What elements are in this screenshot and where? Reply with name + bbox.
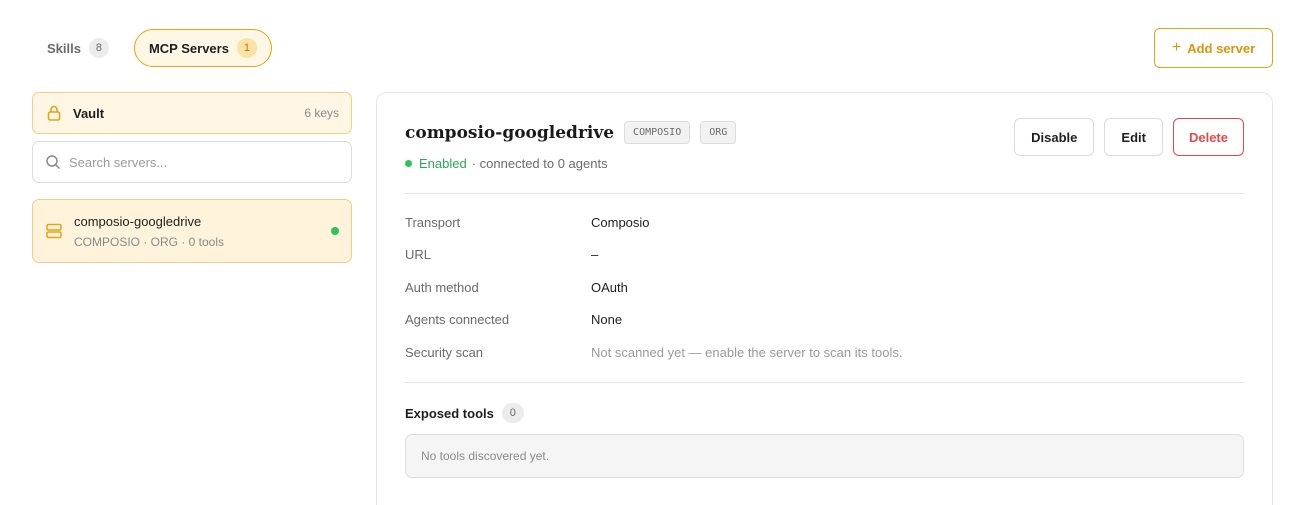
server-tag: ORG	[700, 121, 737, 144]
status-dot	[405, 160, 412, 167]
detail-key: Security scan	[405, 344, 484, 360]
tab-bar: Skills 8 MCP Servers 1	[32, 29, 272, 67]
divider	[405, 382, 1244, 383]
add-server-label: Add server	[1187, 40, 1256, 56]
server-name: composio-googledrive	[405, 122, 615, 143]
detail-key: Agents connected	[405, 312, 510, 328]
detail-value: Composio	[591, 215, 650, 230]
status-label: Enabled	[419, 156, 467, 171]
server-details: Transport Composio URL – Auth method OAu…	[405, 215, 1245, 377]
lock-icon	[45, 104, 63, 122]
divider	[405, 193, 1244, 194]
server-item-meta: COMPOSIO · ORG · 0 tools	[74, 234, 225, 249]
exposed-tools-label: Exposed tools	[405, 405, 494, 421]
status-dot	[331, 227, 339, 235]
search-input[interactable]	[69, 154, 339, 170]
server-item-name: composio-googledrive	[74, 213, 202, 229]
tab-count-badge: 1	[236, 38, 257, 58]
server-title-row: composio-googledrive COMPOSIO ORG	[405, 121, 737, 144]
detail-row-auth-method: Auth method OAuth	[405, 280, 1245, 312]
server-icon	[45, 222, 63, 240]
detail-key: Transport	[405, 215, 461, 230]
vault-title: Vault	[73, 105, 105, 121]
search-icon	[45, 154, 61, 170]
detail-row-agents-connected: Agents connected None	[405, 312, 1245, 344]
tab-count-badge: 8	[88, 38, 109, 58]
tab-label: MCP Servers	[148, 40, 229, 56]
detail-value: None	[591, 312, 623, 328]
detail-row-transport: Transport Composio	[405, 215, 1245, 247]
status-connection: · connected to 0 agents	[471, 156, 608, 171]
add-server-button[interactable]: + Add server	[1154, 28, 1273, 68]
tab-label: Skills	[47, 40, 81, 56]
vault-key-count: 6 keys	[304, 106, 339, 120]
detail-value: OAuth	[591, 279, 628, 295]
detail-row-url: URL –	[405, 247, 1245, 279]
server-item-text: composio-googledrive COMPOSIO · ORG · 0 …	[74, 214, 331, 249]
detail-row-security-scan: Security scan Not scanned yet — enable t…	[405, 345, 1245, 377]
plus-icon: +	[1171, 39, 1182, 56]
exposed-tools-count: 0	[501, 403, 524, 423]
disable-button[interactable]: Disable	[1014, 118, 1095, 156]
tab-mcp-servers[interactable]: MCP Servers 1	[133, 29, 272, 67]
tools-empty-state: No tools discovered yet.	[405, 434, 1244, 478]
server-list-item[interactable]: composio-googledrive COMPOSIO · ORG · 0 …	[32, 199, 352, 263]
tab-skills[interactable]: Skills 8	[32, 29, 124, 67]
detail-value: Not scanned yet — enable the server to s…	[591, 344, 903, 360]
server-detail-panel: composio-googledrive COMPOSIO ORG Enable…	[376, 92, 1273, 505]
delete-button[interactable]: Delete	[1172, 118, 1244, 156]
server-tag: COMPOSIO	[624, 121, 691, 144]
detail-key: Auth method	[405, 279, 479, 295]
exposed-tools-header: Exposed tools 0	[405, 403, 524, 423]
server-actions: Disable Edit Delete	[1014, 118, 1244, 156]
server-status: Enabled · connected to 0 agents	[405, 156, 608, 171]
edit-button[interactable]: Edit	[1104, 118, 1163, 156]
detail-value: –	[591, 247, 599, 263]
search-box	[32, 141, 352, 183]
detail-key: URL	[405, 247, 432, 263]
vault-card[interactable]: Vault 6 keys	[32, 92, 352, 134]
